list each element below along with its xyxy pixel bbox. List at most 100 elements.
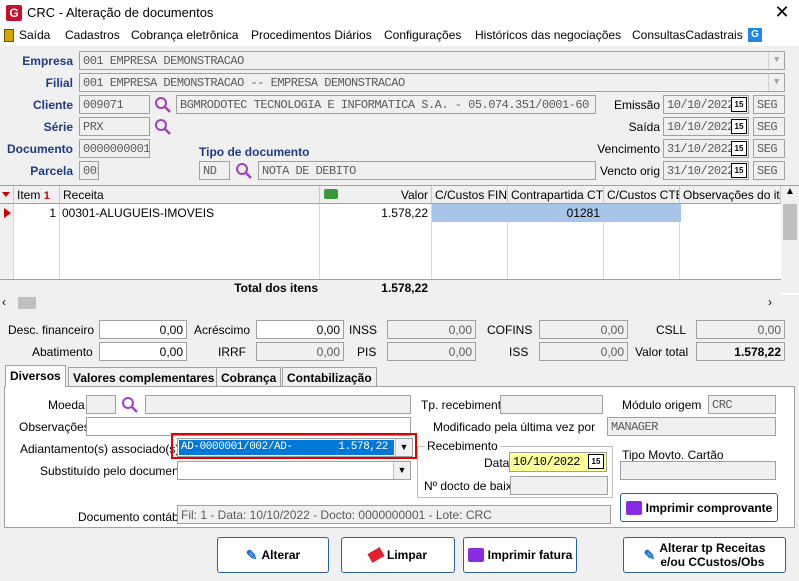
menu-procedimentos[interactable]: Procedimentos Diários bbox=[251, 28, 372, 42]
chevron-down-icon[interactable]: ▼ bbox=[768, 52, 784, 69]
calendar-icon[interactable]: 15 bbox=[588, 454, 604, 469]
serie-label: Série bbox=[43, 120, 73, 134]
cell-valor: 1.578,22 bbox=[381, 206, 428, 220]
substituido-label: Substituído pelo documento bbox=[40, 464, 189, 478]
adiantamento-label: Adiantamento(s) associado(s) bbox=[20, 442, 180, 456]
close-icon[interactable]: ✕ bbox=[772, 2, 792, 23]
modificado-field: MANAGER bbox=[607, 417, 776, 436]
table-row[interactable]: 1 00301-ALUGUEIS-IMOVEIS 1.578,22 01281 bbox=[0, 204, 781, 222]
desc-fin-field[interactable]: 0,00 bbox=[99, 320, 187, 339]
parcela-field[interactable]: 001 bbox=[79, 161, 99, 180]
cliente-code-field[interactable]: 009071 bbox=[79, 95, 150, 114]
menu-historicos[interactable]: Históricos das negociações bbox=[475, 28, 621, 42]
substituido-select[interactable]: ▼ bbox=[177, 461, 411, 480]
tab-cobranca[interactable]: Cobrança bbox=[216, 367, 282, 387]
irrf-label: IRRF bbox=[218, 345, 246, 359]
menu-bar: Saída Cadastros Cobrança eletrônica Proc… bbox=[0, 26, 799, 46]
col-contrapartida-header[interactable]: Contrapartida CTB bbox=[508, 186, 604, 204]
row-indicator-header bbox=[0, 186, 14, 204]
col-ccustos-ctb-header[interactable]: C/Custos CTB bbox=[604, 186, 680, 204]
vencimento-label: Vencimento bbox=[597, 142, 660, 156]
serie-field[interactable]: PRX bbox=[79, 117, 150, 136]
menu-configuracoes[interactable]: Configurações bbox=[384, 28, 461, 42]
filial-select[interactable]: 001 EMPRESA DEMONSTRACAO -- EMPRESA DEMO… bbox=[79, 73, 785, 92]
menu-consultas[interactable]: ConsultasCadastrais bbox=[632, 28, 743, 42]
col-valor-header[interactable]: Valor bbox=[320, 186, 432, 204]
ndocto-label: Nº docto de baixa bbox=[424, 479, 519, 493]
scroll-thumb[interactable] bbox=[783, 204, 797, 240]
search-icon[interactable] bbox=[121, 396, 139, 414]
tp-recebimento-field bbox=[500, 395, 603, 414]
valor-total-field: 1.578,22 bbox=[696, 342, 785, 361]
search-icon[interactable] bbox=[235, 162, 253, 180]
items-grid[interactable]: Item 1 Receita Valor C/Custos FIN Contra… bbox=[0, 185, 799, 311]
money-icon bbox=[324, 189, 338, 199]
g-app-icon[interactable]: G bbox=[748, 28, 762, 42]
abatimento-field[interactable]: 0,00 bbox=[99, 342, 187, 361]
alterar-button[interactable]: ✎ Alterar bbox=[217, 537, 329, 573]
tab-valores-complementares[interactable]: Valores complementares bbox=[68, 367, 220, 387]
cofins-field: 0,00 bbox=[539, 320, 628, 339]
tipo-code-field[interactable]: ND bbox=[199, 161, 230, 180]
col-observacoes-header[interactable]: Observações do item bbox=[680, 186, 781, 204]
calendar-icon[interactable]: 15 bbox=[731, 97, 747, 112]
imprimir-comprovante-button[interactable]: Imprimir comprovante bbox=[620, 493, 778, 522]
adiantamento-select[interactable]: AD-0000001/002/AD- 1.578,22 ▼ bbox=[177, 438, 413, 457]
menu-cadastros[interactable]: Cadastros bbox=[65, 28, 120, 42]
horizontal-scrollbar[interactable]: ‹ › bbox=[0, 295, 799, 311]
cell-receita: 00301-ALUGUEIS-IMOVEIS bbox=[62, 206, 215, 220]
iss-label: ISS bbox=[509, 345, 529, 359]
tp-recebimento-label: Tp. recebimento bbox=[421, 398, 508, 412]
hscroll-thumb[interactable] bbox=[18, 297, 36, 309]
tab-diversos[interactable]: Diversos bbox=[5, 365, 66, 387]
printer-icon bbox=[467, 548, 484, 562]
scroll-right-icon[interactable]: › bbox=[768, 295, 772, 309]
empresa-label: Empresa bbox=[22, 54, 73, 68]
calendar-icon[interactable]: 15 bbox=[731, 163, 747, 178]
pis-label: PIS bbox=[357, 345, 377, 359]
acrescimo-field[interactable]: 0,00 bbox=[256, 320, 344, 339]
pencil-icon: ✎ bbox=[245, 546, 258, 563]
valor-total-label: Valor total bbox=[635, 345, 689, 359]
ndocto-field bbox=[510, 476, 608, 495]
emissao-label: Emissão bbox=[613, 98, 660, 112]
calendar-icon[interactable]: 15 bbox=[731, 141, 747, 156]
irrf-field: 0,00 bbox=[256, 342, 344, 361]
calendar-icon[interactable]: 15 bbox=[731, 119, 747, 134]
acrescimo-label: Acréscimo bbox=[194, 323, 251, 337]
scroll-left-icon[interactable]: ‹ bbox=[2, 295, 6, 309]
moeda-code-field[interactable] bbox=[86, 395, 116, 414]
scroll-up-icon[interactable]: ▲ bbox=[781, 186, 799, 202]
tipo-name-field: NOTA DE DEBITO bbox=[258, 161, 596, 180]
menu-cobranca[interactable]: Cobrança eletrônica bbox=[131, 28, 238, 42]
col-receita-header[interactable]: Receita bbox=[60, 186, 320, 204]
menu-saida[interactable]: Saída bbox=[19, 28, 50, 42]
desc-fin-label: Desc. financeiro bbox=[8, 323, 95, 337]
limpar-button[interactable]: Limpar bbox=[341, 537, 455, 573]
documento-label: Documento bbox=[7, 142, 73, 156]
vencto-orig-label: Vencto orig bbox=[599, 164, 660, 178]
saida-label: Saída bbox=[628, 120, 660, 134]
imprimir-fatura-button[interactable]: Imprimir fatura bbox=[463, 537, 577, 573]
col-ccustos-fin-header[interactable]: C/Custos FIN bbox=[432, 186, 508, 204]
col-item-header[interactable]: Item 1 bbox=[14, 186, 60, 204]
modificado-label: Modificado pela última vez por bbox=[433, 420, 596, 434]
chevron-down-icon[interactable]: ▼ bbox=[768, 74, 784, 91]
emissao-day: SEG bbox=[753, 95, 785, 114]
observacoes-label: Observações bbox=[19, 420, 90, 434]
printer-icon bbox=[625, 500, 642, 515]
empresa-select[interactable]: 001 EMPRESA DEMONSTRACAO ▼ bbox=[79, 51, 785, 70]
window-title: CRC - Alteração de documentos bbox=[27, 5, 214, 20]
search-icon[interactable] bbox=[154, 96, 172, 114]
inss-label: INSS bbox=[349, 323, 378, 337]
search-icon[interactable] bbox=[154, 118, 172, 136]
tipo-movto-label: Tipo Movto. Cartão bbox=[622, 448, 724, 462]
chevron-down-icon[interactable]: ▼ bbox=[395, 439, 412, 456]
modulo-origem-field: CRC bbox=[708, 395, 776, 414]
alterar-tp-receitas-button[interactable]: ✎ Alterar tp Receitas e/ou CCustos/Obs bbox=[623, 537, 786, 573]
documento-field[interactable]: 0000000001 bbox=[79, 139, 150, 158]
vertical-scrollbar[interactable]: ▲ bbox=[781, 186, 799, 293]
adiantamento-selected-value: AD-0000001/002/AD- 1.578,22 bbox=[179, 440, 394, 455]
chevron-down-icon[interactable]: ▼ bbox=[393, 462, 410, 479]
tab-contabilizacao[interactable]: Contabilização bbox=[282, 367, 377, 387]
